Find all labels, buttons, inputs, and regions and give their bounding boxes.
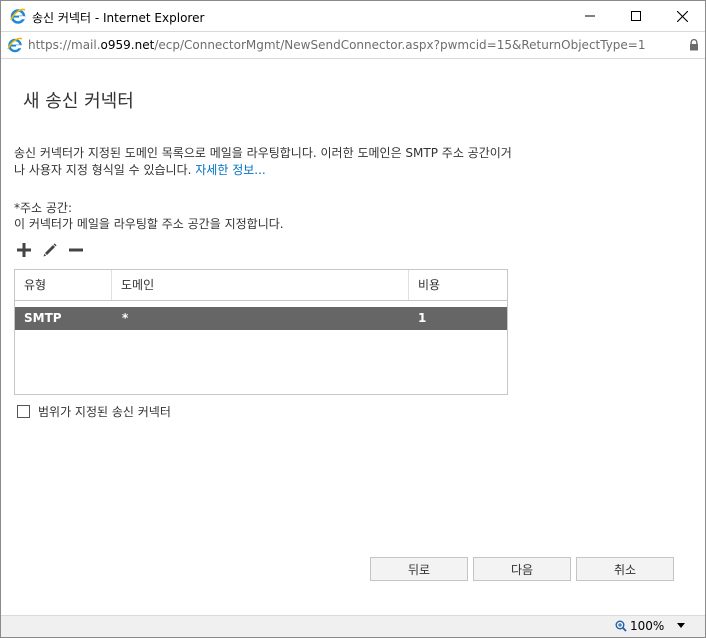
plus-icon bbox=[17, 243, 31, 257]
table-row[interactable]: SMTP * 1 bbox=[15, 307, 507, 330]
edit-button[interactable] bbox=[40, 240, 60, 260]
url-text[interactable]: https://mail.o959.net/ecp/ConnectorMgmt/… bbox=[28, 38, 646, 52]
remove-button[interactable] bbox=[66, 240, 86, 260]
cell-cost: 1 bbox=[418, 311, 427, 325]
learn-more-link[interactable]: 자세한 정보... bbox=[195, 163, 265, 177]
address-bar[interactable]: https://mail.o959.net/ecp/ConnectorMgmt/… bbox=[1, 31, 705, 59]
minimize-button[interactable] bbox=[567, 1, 613, 31]
internet-explorer-icon bbox=[10, 8, 26, 24]
url-prefix: https://mail. bbox=[28, 38, 101, 52]
maximize-icon bbox=[631, 11, 641, 21]
title-bar: 송신 커넥터 - Internet Explorer bbox=[1, 1, 705, 31]
column-header-domain[interactable]: 도메인 bbox=[112, 270, 409, 300]
browser-window: 송신 커넥터 - Internet Explorer https://mail.… bbox=[0, 0, 706, 638]
lock-icon[interactable] bbox=[689, 39, 699, 51]
minimize-icon bbox=[585, 15, 595, 17]
wizard-content: 새 송신 커넥터 송신 커넥터가 지정된 도메인 목록으로 메일을 라우팅합니다… bbox=[1, 59, 705, 615]
zoom-control[interactable]: 100% bbox=[615, 619, 664, 633]
cell-type: SMTP bbox=[24, 311, 62, 325]
zoom-icon bbox=[615, 620, 627, 632]
description-text: 송신 커넥터가 지정된 도메인 목록으로 메일을 라우팅합니다. 이러한 도메인… bbox=[14, 145, 514, 179]
add-button[interactable] bbox=[14, 240, 34, 260]
close-icon bbox=[676, 10, 688, 22]
scoped-connector-label: 범위가 지정된 송신 커넥터 bbox=[38, 405, 171, 419]
column-header-cost[interactable]: 비용 bbox=[409, 270, 507, 300]
zoom-level: 100% bbox=[630, 619, 665, 633]
close-button[interactable] bbox=[659, 1, 705, 31]
back-button[interactable]: 뒤로 bbox=[370, 557, 468, 581]
pencil-icon bbox=[43, 243, 57, 257]
table-header: 유형 도메인 비용 bbox=[15, 270, 507, 301]
next-button[interactable]: 다음 bbox=[473, 557, 571, 581]
cell-domain: * bbox=[122, 311, 129, 325]
scoped-connector-checkbox[interactable] bbox=[17, 405, 30, 418]
status-bar: 100% bbox=[1, 615, 705, 637]
minus-icon bbox=[69, 248, 83, 252]
url-path: /ecp/ConnectorMgmt/NewSendConnector.aspx… bbox=[154, 38, 646, 52]
address-space-help: 이 커넥터가 메일을 라우팅할 주소 공간을 지정합니다. bbox=[14, 217, 284, 231]
page-title: 새 송신 커넥터 bbox=[23, 91, 134, 112]
maximize-button[interactable] bbox=[613, 1, 659, 31]
url-host: o959.net bbox=[100, 38, 155, 52]
site-favicon-icon bbox=[7, 37, 23, 53]
cancel-button[interactable]: 취소 bbox=[576, 557, 674, 581]
column-header-type[interactable]: 유형 bbox=[15, 270, 112, 300]
window-title: 송신 커넥터 - Internet Explorer bbox=[32, 11, 205, 25]
address-space-table: 유형 도메인 비용 SMTP * 1 bbox=[14, 269, 508, 395]
address-space-toolbar bbox=[14, 240, 86, 260]
scoped-connector-option: 범위가 지정된 송신 커넥터 bbox=[17, 403, 171, 420]
address-space-label: *주소 공간: bbox=[14, 201, 73, 215]
chevron-down-icon[interactable] bbox=[677, 623, 685, 628]
